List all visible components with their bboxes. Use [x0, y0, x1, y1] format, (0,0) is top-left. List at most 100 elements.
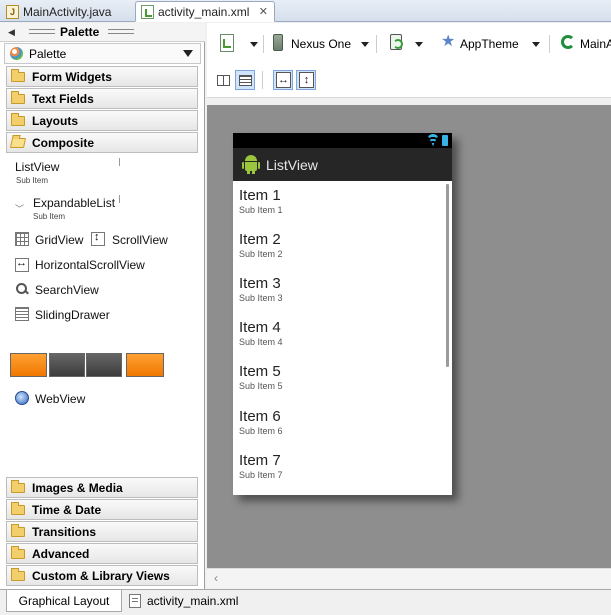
list-item[interactable]: Item 4 Sub Item 4	[239, 319, 439, 348]
chevron-down-icon	[250, 42, 258, 47]
android-logo-icon	[242, 154, 260, 174]
category-layouts[interactable]: Layouts	[6, 110, 198, 131]
tab-main-activity-java[interactable]: J MainActivity.java	[0, 1, 135, 22]
category-label: Custom & Library Views	[32, 569, 170, 583]
device-icon	[273, 34, 283, 51]
category-images-media[interactable]: Images & Media	[6, 477, 198, 498]
widget-listview[interactable]: ListView Sub Item	[15, 160, 125, 188]
separator	[262, 71, 263, 89]
list-item-title: Item 4	[239, 319, 281, 336]
widget-searchview[interactable]: SearchView	[15, 282, 115, 300]
list-item[interactable]: Item 2 Sub Item 2	[239, 232, 439, 260]
widget-label: ExpandableList	[33, 196, 116, 210]
list-item[interactable]: Item 5 Sub Item 5	[239, 364, 439, 392]
list-item[interactable]: Item 7 Sub Item 7	[239, 452, 439, 481]
chevron-down-icon	[183, 50, 193, 57]
tab-graphical-layout[interactable]: Graphical Layout	[6, 590, 122, 612]
category-advanced[interactable]: Advanced	[6, 543, 198, 564]
list-item-subtitle: Sub Item 5	[239, 381, 283, 391]
widget-sublabel: Sub Item	[33, 212, 66, 221]
theme-dropdown[interactable]: ★ AppTheme	[436, 31, 544, 55]
tab-label: Graphical Layout	[18, 594, 110, 608]
tabhost-preview[interactable]	[49, 353, 85, 377]
drag-handle-icon[interactable]	[108, 29, 134, 34]
category-transitions[interactable]: Transitions	[6, 521, 198, 542]
orientation-dropdown[interactable]	[384, 31, 424, 55]
chevron-down-icon	[415, 42, 423, 47]
activity-dropdown[interactable]: MainA	[556, 31, 611, 55]
tab-label: MainActivity.java	[23, 5, 112, 19]
chevron-down-icon: ﹀	[15, 204, 25, 214]
category-label: Composite	[32, 136, 95, 150]
category-label: Text Fields	[32, 92, 94, 106]
chevron-down-icon	[532, 42, 540, 47]
folder-icon	[11, 502, 25, 515]
category-custom-library-views[interactable]: Custom & Library Views	[6, 565, 198, 586]
separator	[549, 35, 550, 53]
activity-name: MainA	[580, 37, 611, 51]
palette-mode-dropdown[interactable]: Palette	[4, 43, 201, 64]
widget-gridview[interactable]: GridView	[15, 232, 85, 250]
folder-icon	[11, 480, 25, 493]
scroll-left-icon[interactable]: ‹	[214, 571, 218, 585]
widget-expandable-list[interactable]: ﹀ ExpandableList Sub Item	[15, 196, 125, 224]
vertical-scroll-icon	[91, 231, 105, 246]
java-file-icon: J	[6, 5, 19, 19]
divider	[119, 195, 120, 203]
search-icon	[15, 282, 29, 296]
fill-width-icon: ↔	[276, 72, 291, 88]
widget-label: SearchView	[35, 283, 99, 297]
category-label: Layouts	[32, 114, 79, 128]
layout-vertical-button[interactable]	[235, 70, 255, 90]
device-name: Nexus One	[291, 37, 352, 51]
list-item-title: Item 1	[239, 187, 281, 204]
layout-horizontal-button[interactable]	[213, 70, 233, 90]
editor-tab-strip: J MainActivity.java activity_main.xml ✕	[0, 0, 611, 22]
tab-activity-main-xml[interactable]: activity_main.xml ✕	[135, 1, 275, 22]
device-dropdown[interactable]: Nexus One	[268, 31, 373, 55]
widget-webview[interactable]: WebView	[15, 391, 105, 409]
tabhost-preview[interactable]	[10, 353, 47, 377]
status-bar	[233, 133, 452, 148]
widget-sublabel: Sub Item	[16, 176, 49, 185]
editor-bottom-tabs: Graphical Layout activity_main.xml	[0, 589, 611, 615]
widget-slidingdrawer[interactable]: SlidingDrawer	[15, 307, 125, 325]
collapse-arrow-icon[interactable]: ◀	[8, 27, 15, 38]
toggle-fill-width-button[interactable]: ↔	[273, 70, 293, 90]
layout-actions-toolbar: ↔ ↕	[207, 70, 611, 92]
device-preview[interactable]: ListView Item 1 Sub Item 1 Item 2 Sub It…	[233, 133, 452, 495]
list-item[interactable]: Item 1 Sub Item 1	[239, 187, 439, 216]
widget-horizontal-scrollview[interactable]: HorizontalScrollView	[15, 257, 165, 275]
palette-icon	[10, 47, 23, 60]
tab-xml-source[interactable]: activity_main.xml	[126, 590, 256, 612]
list-item[interactable]: Item 6 Sub Item 6	[239, 409, 439, 437]
category-time-date[interactable]: Time & Date	[6, 499, 198, 520]
close-icon[interactable]: ✕	[259, 5, 268, 18]
category-composite[interactable]: Composite	[6, 132, 198, 153]
tabhost-preview[interactable]	[126, 353, 164, 377]
category-form-widgets[interactable]: Form Widgets	[6, 66, 198, 87]
layout-toolbar: Nexus One ★ AppTheme MainA ↔ ↕	[207, 23, 611, 98]
widget-label: ListView	[15, 160, 60, 174]
category-label: Form Widgets	[32, 70, 112, 84]
layout-config-button[interactable]	[212, 31, 262, 55]
list-item[interactable]: Item 3 Sub Item 3	[239, 276, 439, 304]
listview-preview[interactable]: Item 1 Sub Item 1 Item 2 Sub Item 2 Item…	[233, 181, 452, 495]
folder-icon	[11, 69, 25, 82]
grid-icon	[15, 232, 29, 246]
widget-label: ScrollView	[112, 233, 168, 247]
palette-header: ◀ Palette	[0, 23, 205, 42]
tabhost-preview[interactable]	[86, 353, 122, 377]
palette-panel: ◀ Palette Palette Form Widgets Text Fiel…	[0, 23, 205, 589]
rotate-icon	[390, 34, 403, 50]
canvas-horizontal-scrollbar[interactable]: ‹	[207, 568, 611, 588]
drag-handle-icon[interactable]	[29, 29, 55, 34]
list-item-subtitle: Sub Item 2	[239, 249, 283, 259]
list-item-title: Item 7	[239, 452, 281, 469]
battery-icon	[442, 135, 448, 146]
category-text-fields[interactable]: Text Fields	[6, 88, 198, 109]
category-label: Advanced	[32, 547, 90, 561]
fill-height-icon: ↕	[299, 72, 314, 88]
widget-scrollview[interactable]: ScrollView	[91, 231, 181, 250]
toggle-fill-height-button[interactable]: ↕	[296, 70, 316, 90]
